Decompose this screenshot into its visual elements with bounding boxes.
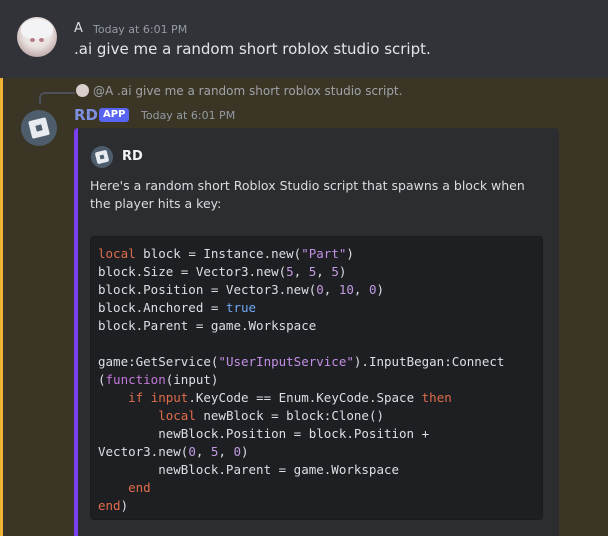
timestamp: Today at 6:01 PM [141,109,236,122]
code-line: (function(input) [98,372,219,387]
code-line: newBlock.Position = block.Position + [98,426,430,441]
user-avatar[interactable] [17,17,57,57]
reply-connector [39,92,75,104]
code-line: local newBlock = block:Clone() [158,408,385,423]
app-badge: APP [99,108,130,122]
code-line: game:GetService("UserInputService").Inpu… [98,354,505,369]
code-line: block.Anchored = true [98,300,257,315]
reply-avatar[interactable] [76,84,89,97]
embed-description: Here's a random short Roblox Studio scri… [90,178,525,211]
code-line: newBlock.Parent = game.Workspace [98,462,400,477]
code-line: block.Position = Vector3.new(0, 10, 0) [98,282,385,297]
code-line: end) [98,498,129,513]
mention-highlight-bar [0,78,3,536]
author-name[interactable]: A [74,21,83,36]
reply-preview[interactable]: @A .ai give me a random short roblox stu… [93,84,402,98]
roblox-logo-icon [28,117,50,139]
embed-color-bar [74,128,78,536]
code-line: block.Parent = game.Workspace [98,318,317,333]
embed-author: RD [122,149,143,164]
code-line: end [128,480,151,495]
code-block[interactable]: local block = Instance.new("Part") block… [90,236,543,520]
roblox-logo-icon [94,149,110,165]
message-text: .ai give me a random short roblox studio… [74,40,431,58]
timestamp: Today at 6:01 PM [93,23,188,36]
embed: RD Here's a random short Roblox Studio s… [74,128,559,536]
code-line: Vector3.new(0, 5, 0) [98,444,249,459]
reply-author[interactable]: @A [93,84,113,98]
bot-name[interactable]: RD [74,106,98,124]
code-line: local block = Instance.new("Part") [98,246,354,261]
code-line: block.Size = Vector3.new(5, 5, 5) [98,264,347,279]
reply-text[interactable]: .ai give me a random short roblox studio… [117,84,402,98]
message-user: A Today at 6:01 PM .ai give me a random … [0,0,608,78]
code-line: if input.KeyCode == Enum.KeyCode.Space t… [128,390,452,405]
embed-author-avatar [91,146,113,168]
bot-avatar[interactable] [21,110,57,146]
code-content: local block = Instance.new("Part") block… [91,237,542,523]
